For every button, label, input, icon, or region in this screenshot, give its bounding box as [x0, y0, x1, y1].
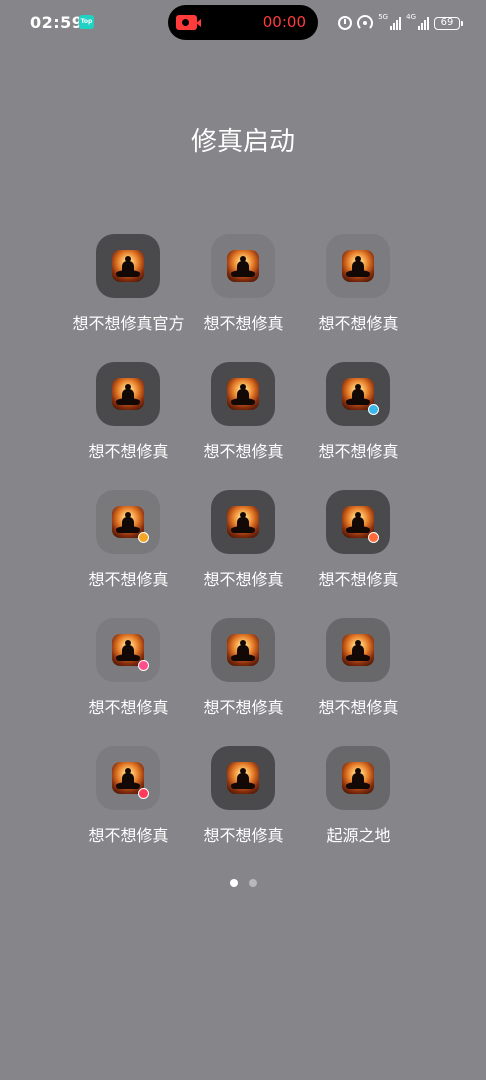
network-type-label-2: 4G [406, 13, 416, 21]
app-shortcut[interactable]: 想不想修真 [186, 490, 301, 590]
video-camera-icon [176, 15, 201, 30]
app-label: 想不想修真 [203, 570, 284, 589]
app-icon[interactable] [211, 362, 275, 426]
app-shortcut[interactable]: 想不想修真 [71, 362, 186, 462]
top-app-badge-icon: Top [79, 15, 94, 29]
app-shortcut[interactable]: 想不想修真 [71, 618, 186, 718]
app-icon[interactable] [326, 746, 390, 810]
app-shortcut[interactable]: 想不想修真 [186, 618, 301, 718]
app-shortcut[interactable]: 想不想修真 [186, 362, 301, 462]
app-icon[interactable] [211, 490, 275, 554]
clone-badge-icon [368, 404, 379, 415]
app-shortcut[interactable]: 起源之地 [301, 746, 416, 846]
app-icon[interactable] [96, 618, 160, 682]
meditating-figure-icon [227, 506, 259, 538]
clock: 02:59 [30, 13, 84, 32]
battery-icon: 69 [434, 16, 463, 30]
app-icon[interactable] [96, 746, 160, 810]
app-shortcut[interactable]: 想不想修真 [186, 234, 301, 334]
app-label: 想不想修真 [318, 314, 399, 333]
app-icon[interactable] [96, 490, 160, 554]
app-label: 想不想修真 [203, 698, 284, 717]
cellular-signal-icon [390, 16, 402, 30]
app-icon[interactable] [211, 234, 275, 298]
clone-badge-icon [368, 532, 379, 543]
page-dot[interactable] [229, 879, 238, 887]
app-icon[interactable] [326, 490, 390, 554]
app-label: 想不想修真 [318, 442, 399, 461]
app-shortcut[interactable]: 想不想修真 [186, 746, 301, 846]
app-shortcut[interactable]: 想不想修真 [71, 746, 186, 846]
meditating-figure-icon [342, 250, 374, 282]
app-label: 想不想修真 [88, 570, 169, 589]
app-shortcut[interactable]: 想不想修真 [301, 618, 416, 718]
page-dot[interactable] [248, 879, 257, 887]
meditating-figure-icon [227, 378, 259, 410]
app-label: 想不想修真 [203, 442, 284, 461]
screen-recording-indicator[interactable]: 00:00 [168, 5, 318, 40]
app-icon[interactable] [96, 234, 160, 298]
clone-badge-icon [138, 788, 149, 799]
system-status-icons: 5G 4G 69 [338, 13, 463, 33]
app-icon[interactable] [96, 362, 160, 426]
alarm-clock-icon [338, 16, 353, 30]
app-shortcut[interactable]: 想不想修真 [301, 234, 416, 334]
folder-title[interactable]: 修真启动 [0, 121, 486, 158]
app-icon[interactable] [211, 618, 275, 682]
meditating-figure-icon [227, 762, 259, 794]
app-shortcut[interactable]: 想不想修真 [301, 362, 416, 462]
app-shortcut[interactable]: 想不想修真官方 [71, 234, 186, 334]
clone-badge-icon [138, 532, 149, 543]
app-label: 想不想修真 [203, 314, 284, 333]
app-label: 想不想修真 [318, 570, 399, 589]
app-label: 起源之地 [326, 826, 391, 845]
meditating-figure-icon [227, 634, 259, 666]
app-icon[interactable] [326, 362, 390, 426]
page-indicator[interactable] [0, 879, 486, 887]
recording-timer: 00:00 [262, 13, 306, 31]
meditating-figure-icon [342, 634, 374, 666]
app-label: 想不想修真 [203, 826, 284, 845]
app-label: 想不想修真 [88, 826, 169, 845]
app-shortcut[interactable]: 想不想修真 [301, 490, 416, 590]
clone-badge-icon [138, 660, 149, 671]
app-icon[interactable] [326, 234, 390, 298]
meditating-figure-icon [112, 250, 144, 282]
app-label: 想不想修真 [88, 442, 169, 461]
app-label: 想不想修真 [88, 698, 169, 717]
status-bar: 02:59 Top 00:00 5G 4G 69 [0, 0, 486, 44]
hotspot-icon [357, 15, 374, 31]
meditating-figure-icon [227, 250, 259, 282]
app-shortcut[interactable]: 想不想修真 [71, 490, 186, 590]
network-type-label: 5G [378, 13, 389, 21]
meditating-figure-icon [112, 378, 144, 410]
app-icon[interactable] [211, 746, 275, 810]
app-label: 想不想修真官方 [72, 314, 185, 333]
cellular-signal-icon-2 [418, 16, 429, 30]
app-icon[interactable] [326, 618, 390, 682]
app-label: 想不想修真 [318, 698, 399, 717]
meditating-figure-icon [342, 762, 374, 794]
